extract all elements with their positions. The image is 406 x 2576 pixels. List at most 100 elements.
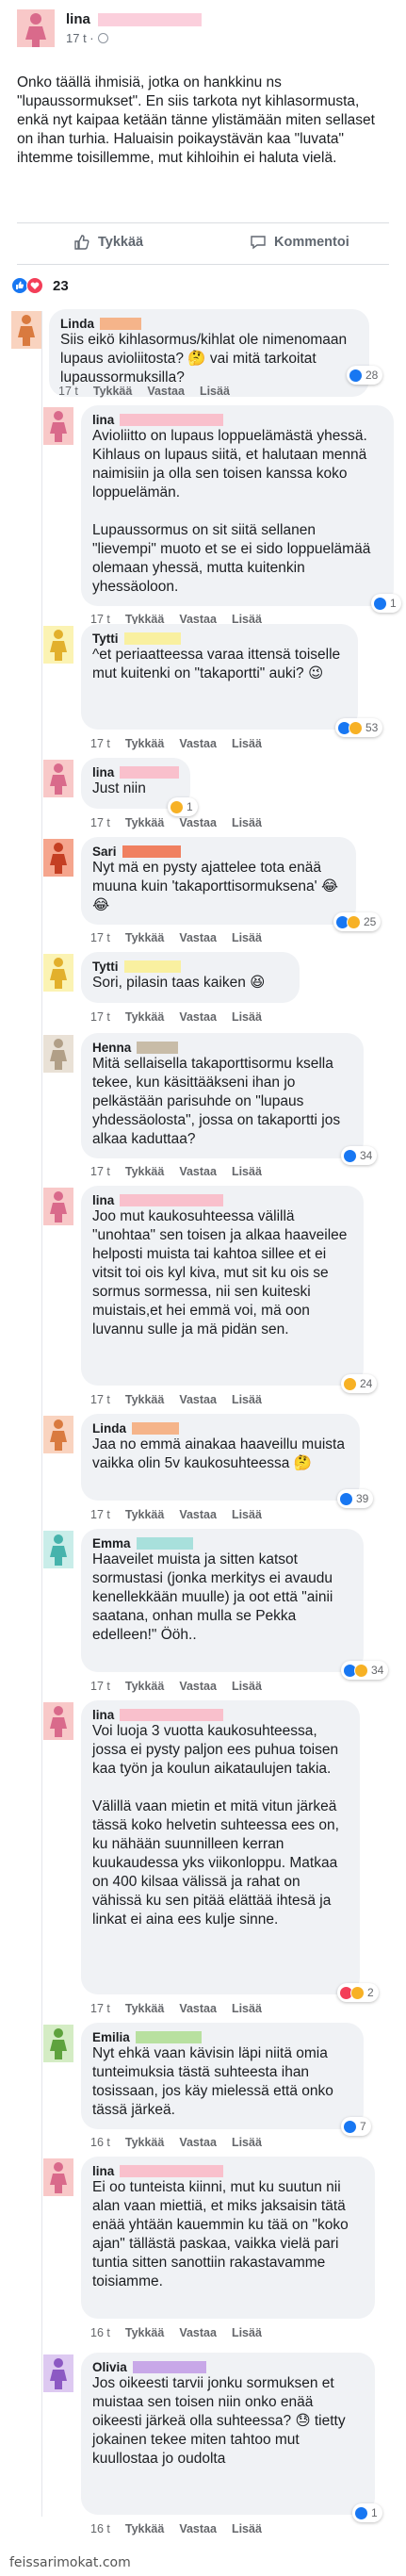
comment-more-link[interactable]: Lisää (232, 2522, 262, 2535)
comment-like-link[interactable]: Tykkää (125, 1680, 164, 1693)
post-timestamp[interactable]: 17 t · (66, 31, 94, 45)
comment-reply-link[interactable]: Vastaa (179, 2136, 217, 2149)
commenter-name[interactable]: Henna (92, 1041, 352, 1055)
commenter-avatar[interactable] (43, 954, 73, 992)
comment-reactions[interactable]: 34 (341, 1146, 378, 1165)
commenter-name-text[interactable]: Olivia (92, 2360, 127, 2374)
commenter-avatar[interactable] (43, 760, 73, 797)
comment-like-link[interactable]: Tykkää (125, 1393, 164, 1406)
comment-time[interactable]: 16 t (90, 2522, 110, 2535)
comment-time[interactable]: 16 t (90, 2326, 110, 2339)
commenter-name[interactable]: Olivia (92, 2360, 364, 2374)
commenter-name[interactable]: lina (92, 413, 382, 427)
commenter-name[interactable]: Tytti (92, 632, 347, 646)
commenter-name-text[interactable]: Tytti (92, 960, 119, 974)
poster-name-text[interactable]: lina (66, 11, 90, 27)
comment-like-link[interactable]: Tykkää (125, 2136, 164, 2149)
comment-time[interactable]: 16 t (90, 2136, 110, 2149)
comment-time[interactable]: 17 t (90, 1393, 110, 1406)
comment-reactions[interactable]: 1 (168, 797, 198, 816)
comment-like-link[interactable]: Tykkää (125, 1508, 164, 1521)
commenter-avatar[interactable] (43, 407, 73, 445)
commenter-name[interactable]: lina (92, 1708, 349, 1722)
comment-more-link[interactable]: Lisää (232, 1165, 262, 1178)
comment-like-link[interactable]: Tykkää (93, 385, 132, 398)
poster-avatar[interactable] (17, 9, 55, 47)
comment-like-link[interactable]: Tykkää (125, 816, 164, 829)
commenter-name[interactable]: Linda (92, 1421, 349, 1436)
comment-like-link[interactable]: Tykkää (125, 2522, 164, 2535)
comment-like-link[interactable]: Tykkää (125, 2002, 164, 2015)
commenter-name-text[interactable]: lina (92, 1193, 114, 1207)
comment-like-link[interactable]: Tykkää (125, 1165, 164, 1178)
commenter-name-text[interactable]: Sari (92, 845, 117, 859)
comment-button[interactable]: Kommentoi (250, 234, 349, 251)
commenter-name[interactable]: Emilia (92, 2030, 352, 2044)
commenter-name[interactable]: Emma (92, 1536, 352, 1551)
comment-reply-link[interactable]: Vastaa (147, 385, 185, 398)
comment-more-link[interactable]: Lisää (232, 1010, 262, 1024)
comment-reactions[interactable]: 28 (347, 366, 383, 385)
comment-more-link[interactable]: Lisää (232, 2136, 262, 2149)
comment-reply-link[interactable]: Vastaa (179, 1393, 217, 1406)
commenter-avatar[interactable] (43, 1531, 73, 1568)
comment-more-link[interactable]: Lisää (232, 2326, 262, 2339)
commenter-name-text[interactable]: lina (92, 2164, 114, 2178)
comment-reply-link[interactable]: Vastaa (179, 1165, 217, 1178)
commenter-avatar[interactable] (43, 2158, 73, 2196)
commenter-name[interactable]: Tytti (92, 960, 288, 974)
commenter-avatar[interactable] (43, 2354, 73, 2392)
commenter-name[interactable]: lina (92, 765, 179, 779)
comment-reactions[interactable]: 1 (371, 594, 401, 613)
comment-more-link[interactable]: Lisää (232, 816, 262, 829)
comment-reply-link[interactable]: Vastaa (179, 2522, 217, 2535)
comment-reactions[interactable]: 1 (352, 2503, 382, 2522)
commenter-name[interactable]: lina (92, 1193, 352, 1207)
commenter-name[interactable]: Sari (92, 845, 345, 859)
commenter-avatar[interactable] (43, 626, 73, 664)
comment-time[interactable]: 17 t (90, 2002, 110, 2015)
comment-reply-link[interactable]: Vastaa (179, 2326, 217, 2339)
commenter-name-text[interactable]: Linda (92, 1421, 126, 1436)
commenter-avatar[interactable] (11, 311, 41, 349)
comment-time[interactable]: 17 t (90, 816, 110, 829)
comment-more-link[interactable]: Lisää (232, 737, 262, 750)
comment-time[interactable]: 17 t (90, 737, 110, 750)
commenter-name-text[interactable]: Emilia (92, 2030, 130, 2044)
commenter-name-text[interactable]: lina (92, 765, 114, 779)
commenter-name-text[interactable]: Tytti (92, 632, 119, 646)
commenter-avatar[interactable] (43, 1188, 73, 1225)
comment-like-link[interactable]: Tykkää (125, 1010, 164, 1024)
commenter-avatar[interactable] (43, 2025, 73, 2062)
comment-reactions[interactable]: 24 (341, 1374, 378, 1393)
comment-like-link[interactable]: Tykkää (125, 931, 164, 944)
comment-reply-link[interactable]: Vastaa (179, 2002, 217, 2015)
post-meta[interactable]: 17 t · (66, 31, 108, 45)
comment-time[interactable]: 17 t (58, 385, 78, 398)
comment-reactions[interactable]: 25 (333, 912, 382, 931)
comment-reply-link[interactable]: Vastaa (179, 1680, 217, 1693)
comment-time[interactable]: 17 t (90, 1165, 110, 1178)
comment-reactions[interactable]: 39 (337, 1489, 374, 1508)
comment-like-link[interactable]: Tykkää (125, 737, 164, 750)
comment-reactions[interactable]: 7 (341, 2117, 371, 2136)
poster-name[interactable]: lina (66, 11, 202, 27)
commenter-avatar[interactable] (43, 839, 73, 877)
comment-more-link[interactable]: Lisää (232, 1508, 262, 1521)
commenter-name-text[interactable]: lina (92, 1708, 114, 1722)
commenter-name-text[interactable]: Henna (92, 1041, 131, 1055)
commenter-name-text[interactable]: Emma (92, 1536, 131, 1551)
comment-reply-link[interactable]: Vastaa (179, 1508, 217, 1521)
commenter-name[interactable]: Linda (60, 317, 358, 331)
comment-more-link[interactable]: Lisää (200, 385, 230, 398)
like-button[interactable]: Tykkää (73, 234, 143, 251)
comment-reply-link[interactable]: Vastaa (179, 737, 217, 750)
comment-reactions[interactable]: 34 (341, 1661, 389, 1680)
comment-reply-link[interactable]: Vastaa (179, 816, 217, 829)
commenter-avatar[interactable] (43, 1702, 73, 1740)
comment-like-link[interactable]: Tykkää (125, 2326, 164, 2339)
commenter-name[interactable]: lina (92, 2164, 364, 2178)
commenter-name-text[interactable]: Linda (60, 317, 94, 331)
comment-reactions[interactable]: 2 (337, 1983, 379, 2002)
comment-time[interactable]: 17 t (90, 1680, 110, 1693)
